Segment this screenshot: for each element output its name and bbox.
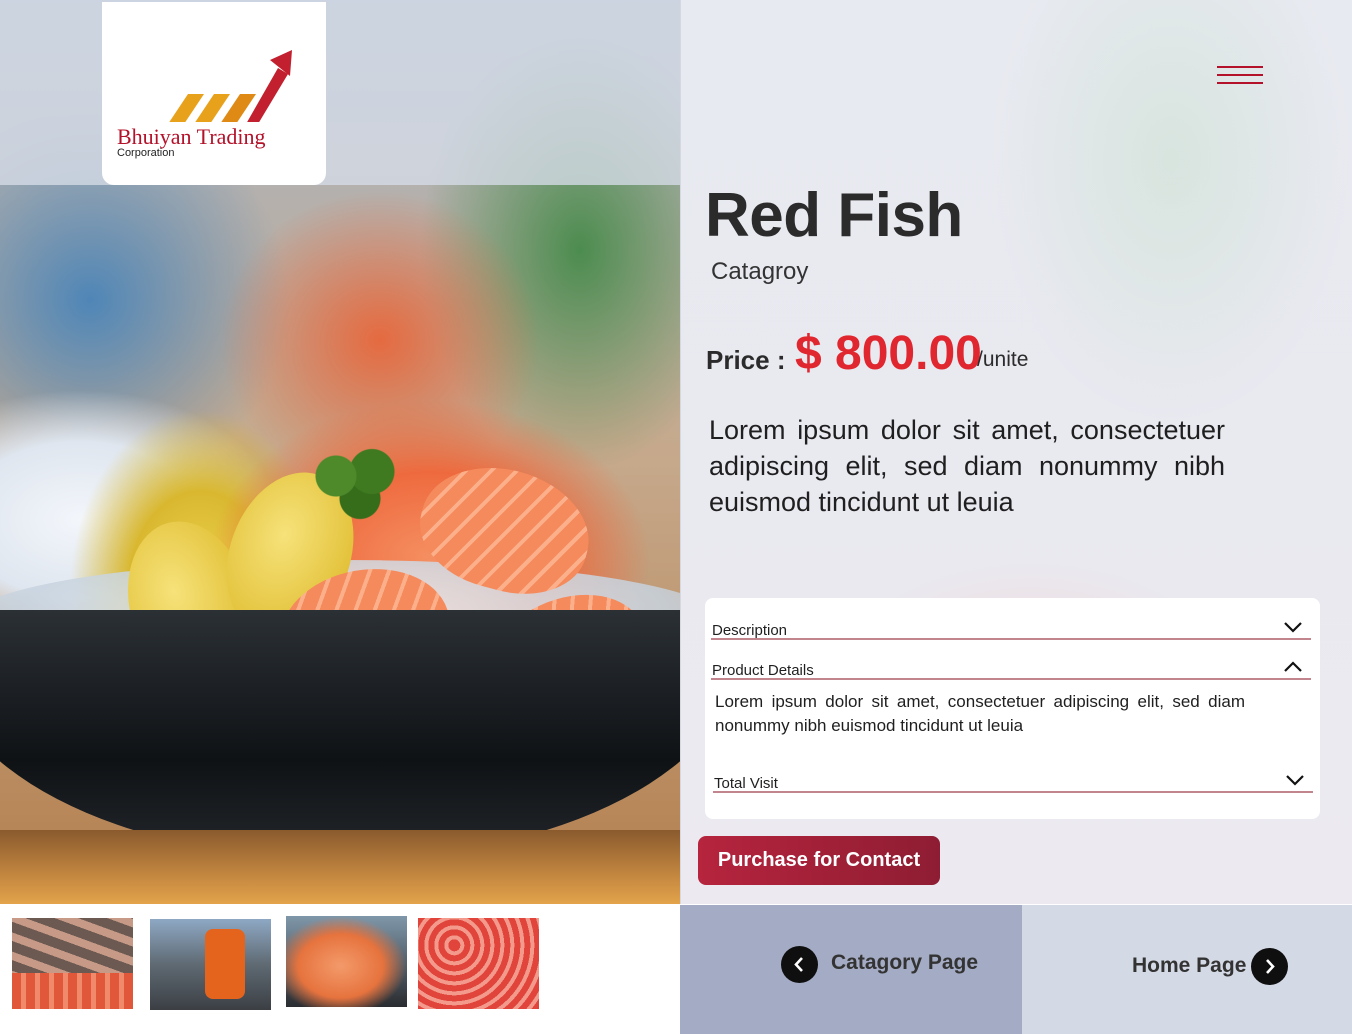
chevron-up-icon [1284,661,1302,672]
thumbnail-1[interactable] [12,918,133,1009]
purchase-button[interactable]: Purchase for Contact [698,836,940,885]
thumbnail-4[interactable] [418,918,539,1009]
logo-chart-icon [169,50,292,122]
accordion-details-body: Lorem ipsum dolor sit amet, consectetuer… [715,692,1245,735]
hamburger-icon [1217,66,1263,68]
brand-logo[interactable]: Bhuiyan Trading Corporation [102,2,326,185]
chevron-right-icon [1251,948,1288,985]
thumbnail-3[interactable] [286,916,407,1007]
product-category[interactable]: Catagroy [711,258,808,286]
nav-category-label: Catagory Page [831,951,979,974]
hero-table [0,830,680,904]
accordion-description[interactable]: Description [711,606,1311,640]
chevron-down-icon [1286,775,1304,786]
price-value: $ 800.00 [795,327,982,380]
hero-bowl [0,610,680,860]
accordion-label: Description [712,622,788,639]
product-accordion: Description Product Details Lorem ipsum … [705,598,1320,819]
nav-category-page[interactable]: Catagory Page [680,905,1022,1034]
chevron-left-icon [781,946,818,983]
hero-parsley [300,440,420,530]
accordion-label: Product Details [712,662,814,679]
product-title: Red Fish [705,181,963,250]
thumbnail-strip [0,904,680,1034]
product-summary: Lorem ipsum dolor sit amet, consectetuer… [709,415,1225,517]
accordion-label: Total Visit [714,775,778,792]
accordion-product-details[interactable]: Product Details [711,646,1311,680]
nav-home-label: Home Page [1132,954,1247,977]
nav-home-page[interactable]: Home Page [1022,905,1352,1034]
brand-subtitle: Corporation [117,147,175,159]
thumbnail-2[interactable] [150,919,271,1010]
product-hero-image: Bhuiyan Trading Corporation [0,0,680,904]
product-info-panel: Red Fish Catagroy Price : $ 800.00 /unit… [680,0,1352,904]
accordion-total-visit[interactable]: Total Visit [713,759,1313,793]
price-label: Price : [706,345,786,375]
hamburger-menu-button[interactable] [1217,66,1263,90]
product-page: Bhuiyan Trading Corporation Red Fish Cat… [0,0,1352,1034]
chevron-down-icon [1284,622,1302,633]
price-unit: /unite [977,348,1029,371]
